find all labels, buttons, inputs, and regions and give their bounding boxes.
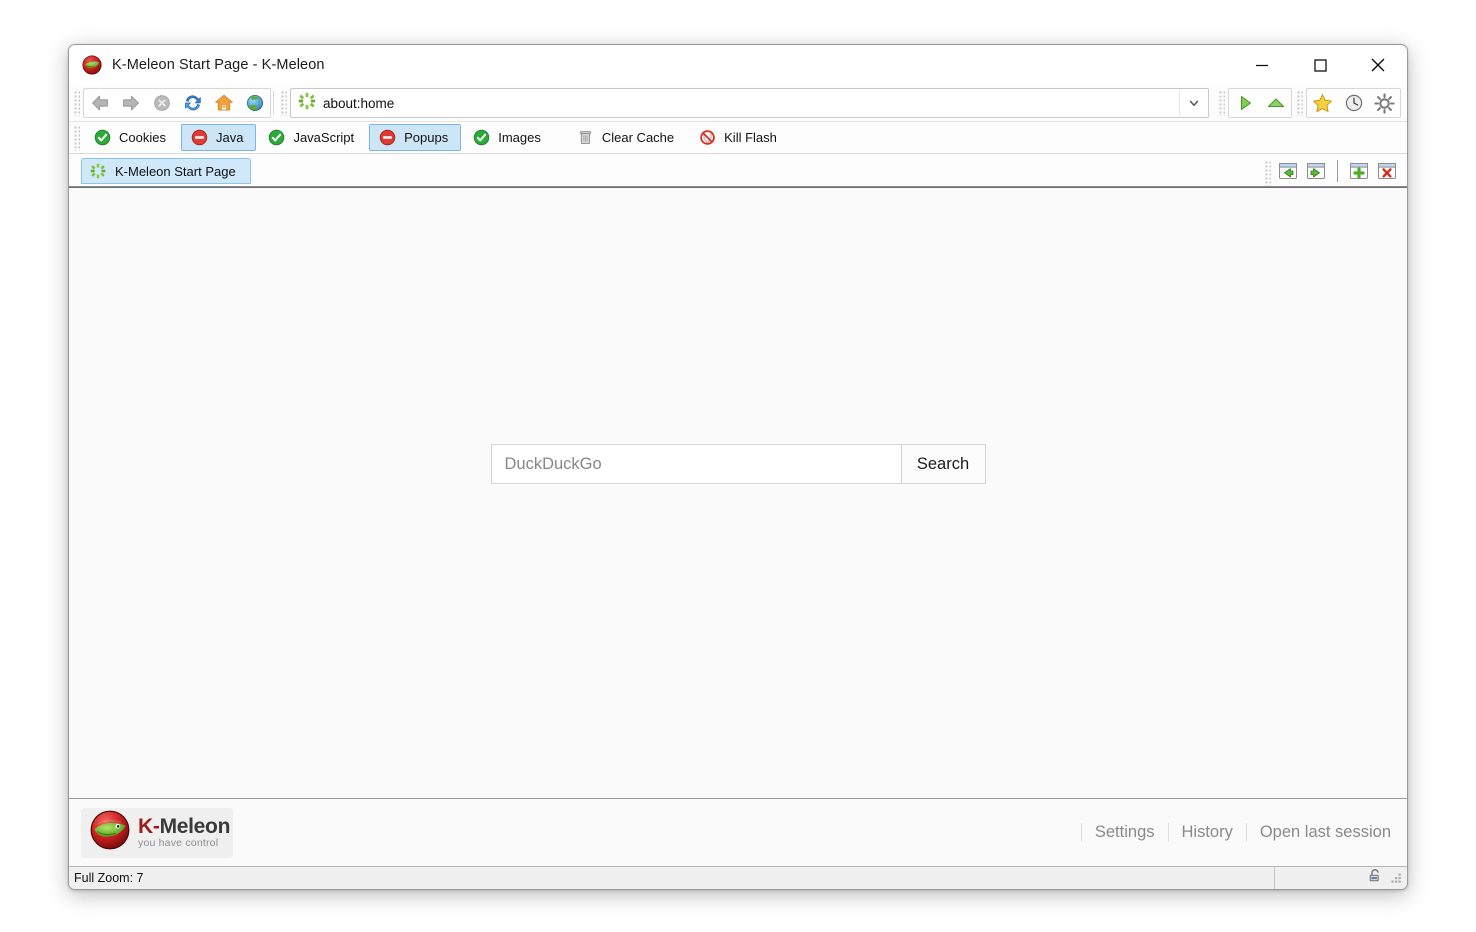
pref-button-images[interactable]: Images (463, 124, 554, 151)
brand-text: K-Meleon you have control (138, 816, 230, 849)
maximize-button[interactable] (1291, 45, 1349, 85)
tools-group-grip[interactable] (1296, 90, 1303, 116)
forward-button[interactable] (115, 89, 146, 117)
green-check-icon (473, 129, 490, 146)
status-bar: Full Zoom: 7 (69, 866, 1407, 889)
close-button[interactable] (1349, 45, 1407, 85)
url-bar[interactable]: about:home (290, 88, 1209, 118)
urlbar-grip[interactable] (280, 90, 287, 116)
tab-previous-button[interactable] (1274, 159, 1302, 183)
minimize-button[interactable] (1233, 45, 1291, 85)
tab-close-button[interactable] (1373, 159, 1401, 183)
pref-label-images: Images (498, 130, 541, 145)
chevron-down-icon[interactable] (1179, 90, 1208, 116)
up-button[interactable] (1260, 89, 1291, 117)
pref-button-javascript[interactable]: JavaScript (258, 124, 367, 151)
nav-button-group (83, 88, 271, 118)
kill-flash-icon (699, 129, 716, 146)
red-block-icon (379, 129, 396, 146)
status-text: Full Zoom: 7 (74, 871, 1274, 885)
go-button[interactable] (1229, 89, 1260, 117)
starburst-icon (90, 163, 107, 180)
pref-button-popups[interactable]: Popups (369, 124, 461, 151)
brand-name-k: K- (138, 815, 160, 838)
privacy-toolbar: Cookies Java JavaScrip (69, 122, 1407, 154)
tab-tools (1274, 156, 1407, 186)
green-check-icon (94, 129, 111, 146)
window-title: K-Meleon Start Page - K-Meleon (112, 57, 325, 73)
search-row: DuckDuckGo Search (491, 444, 986, 484)
go-group-grip[interactable] (1218, 90, 1225, 116)
footer-link-history[interactable]: History (1168, 823, 1246, 842)
tab-bar: K-Meleon Start Page (69, 154, 1407, 187)
status-security-pane (1275, 867, 1407, 889)
bookmarks-star-button[interactable] (1307, 89, 1338, 117)
caption-buttons (1233, 45, 1407, 85)
prefsbar-grip[interactable] (73, 125, 80, 151)
stop-button[interactable] (146, 89, 177, 117)
tab-new-button[interactable] (1345, 159, 1373, 183)
tab-kmeleon-start-page[interactable]: K-Meleon Start Page (81, 158, 251, 184)
unlocked-padlock-icon[interactable] (1367, 868, 1383, 889)
pref-button-cookies[interactable]: Cookies (84, 124, 179, 151)
pref-label-kill-flash: Kill Flash (724, 130, 777, 145)
back-button[interactable] (84, 89, 115, 117)
globe-button[interactable] (239, 89, 270, 117)
pref-label-popups: Popups (404, 130, 448, 145)
toolbar-grip[interactable] (73, 90, 80, 116)
pref-button-kill-flash[interactable]: Kill Flash (689, 124, 790, 151)
brand-name: K-Meleon (138, 816, 230, 837)
tab-tools-grip[interactable] (1264, 160, 1271, 186)
kmeleon-logo-icon (82, 55, 102, 75)
brand-tagline: you have control (138, 838, 230, 849)
page-content: DuckDuckGo Search (69, 187, 1407, 866)
tools-button-group (1306, 88, 1401, 118)
start-page-footer: K-Meleon you have control Settings Histo… (69, 798, 1407, 866)
search-input[interactable]: DuckDuckGo (491, 444, 901, 484)
footer-links: Settings History Open last session (1081, 823, 1397, 842)
pref-label-java: Java (216, 130, 243, 145)
pref-label-javascript: JavaScript (293, 130, 354, 145)
toolbar-separator (273, 91, 274, 115)
green-check-icon (268, 129, 285, 146)
pref-button-java[interactable]: Java (181, 124, 256, 151)
tab-label: K-Meleon Start Page (115, 164, 236, 179)
home-button[interactable] (208, 89, 239, 117)
kmeleon-logo-icon (89, 809, 131, 856)
reload-button[interactable] (177, 89, 208, 117)
pref-label-cookies: Cookies (119, 130, 166, 145)
url-text[interactable]: about:home (323, 96, 1179, 111)
trash-icon (577, 129, 594, 146)
search-placeholder: DuckDuckGo (505, 455, 602, 474)
brand-name-meleon: Meleon (160, 815, 231, 838)
pref-label-clear-cache: Clear Cache (602, 130, 674, 145)
browser-window: K-Meleon Start Page - K-Meleon (68, 44, 1408, 890)
navigation-toolbar: about:home (69, 85, 1407, 122)
starburst-icon (298, 92, 316, 115)
screen: K-Meleon Start Page - K-Meleon (0, 0, 1476, 932)
history-clock-button[interactable] (1338, 89, 1369, 117)
kmeleon-brand: K-Meleon you have control (81, 808, 233, 858)
footer-link-open-last-session[interactable]: Open last session (1246, 823, 1397, 842)
pref-button-clear-cache[interactable]: Clear Cache (567, 124, 687, 151)
red-block-icon (191, 129, 208, 146)
tab-next-button[interactable] (1302, 159, 1330, 183)
tab-tools-separator (1337, 160, 1338, 182)
start-page-body: DuckDuckGo Search (69, 188, 1407, 798)
go-button-group (1228, 88, 1292, 118)
settings-gear-button[interactable] (1369, 89, 1400, 117)
title-bar: K-Meleon Start Page - K-Meleon (69, 45, 1407, 85)
resize-grip-icon[interactable] (1389, 871, 1403, 885)
footer-link-settings[interactable]: Settings (1081, 823, 1168, 842)
search-button[interactable]: Search (901, 444, 986, 484)
